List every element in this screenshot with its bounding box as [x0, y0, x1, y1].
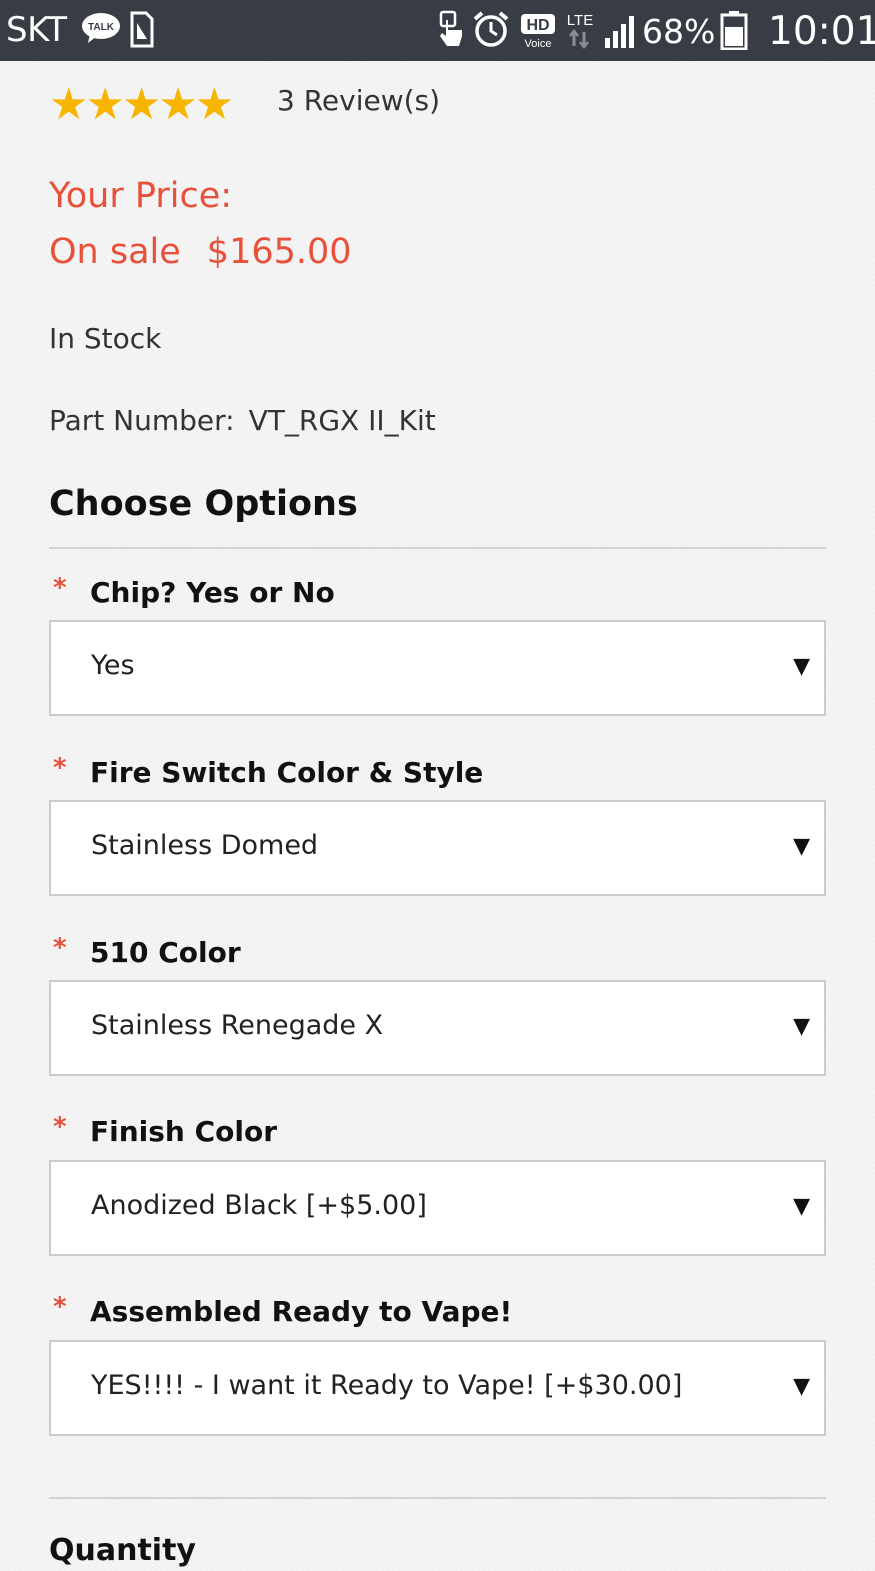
sim-card-icon — [130, 11, 154, 48]
select-value: Stainless Renegade X — [91, 1010, 384, 1041]
option-label-510-color: * 510 Color — [49, 933, 826, 973]
option-label-text: Fire Switch Color & Style — [90, 756, 484, 789]
part-number-label: Part Number: — [49, 404, 235, 437]
talk-icon-text: TALK — [88, 22, 115, 33]
select-value: Stainless Domed — [91, 830, 319, 861]
lte-text: LTE — [567, 12, 593, 29]
required-asterisk-icon: * — [53, 1292, 67, 1322]
price-label: Your Price: — [49, 176, 233, 216]
part-number: Part Number: VT_RGX II_Kit — [49, 401, 436, 441]
dropdown-arrow-icon: ▼ — [793, 1374, 810, 1399]
assembled-select[interactable]: YES!!!! - I want it Ready to Vape! [+$30… — [49, 1340, 826, 1436]
carrier-name: SKT — [6, 10, 67, 50]
divider — [49, 547, 826, 549]
signal-strength-icon — [605, 16, 634, 48]
voice-text: Voice — [525, 38, 552, 50]
required-asterisk-icon: * — [53, 1112, 67, 1142]
kakaotalk-icon: TALK — [82, 13, 120, 43]
lte-data-icon: LTE — [567, 12, 593, 50]
required-asterisk-icon: * — [53, 753, 67, 783]
510-color-select[interactable]: Stainless Renegade X ▼ — [49, 980, 826, 1076]
battery-fill — [725, 26, 743, 46]
dropdown-arrow-icon: ▼ — [793, 1014, 810, 1039]
option-label-text: Chip? Yes or No — [90, 576, 335, 609]
status-bar: SKT TALK HD Voice LTE 68% 10:01 — [0, 0, 875, 61]
finish-color-select[interactable]: Anodized Black [+$5.00] ▼ — [49, 1160, 826, 1256]
option-label-assembled: * Assembled Ready to Vape! — [49, 1292, 826, 1332]
select-value: Anodized Black [+$5.00] — [91, 1190, 427, 1221]
reviews-link[interactable]: 3 Review(s) — [277, 81, 440, 121]
fire-switch-select[interactable]: Stainless Domed ▼ — [49, 800, 826, 896]
select-value: YES!!!! - I want it Ready to Vape! [+$30… — [91, 1370, 683, 1401]
dropdown-arrow-icon: ▼ — [793, 654, 810, 679]
select-value: Yes — [91, 650, 135, 681]
option-label-chip: * Chip? Yes or No — [49, 573, 826, 613]
required-asterisk-icon: * — [53, 933, 67, 963]
sale-label: On sale — [49, 232, 181, 272]
stock-status: In Stock — [49, 322, 162, 355]
hd-text: HD — [526, 17, 549, 34]
option-label-fire-switch: * Fire Switch Color & Style — [49, 753, 826, 793]
dropdown-arrow-icon: ▼ — [793, 834, 810, 859]
option-label-text: Assembled Ready to Vape! — [90, 1295, 513, 1328]
touch-gesture-icon — [439, 10, 462, 46]
divider — [49, 1497, 826, 1499]
option-label-text: Finish Color — [90, 1115, 278, 1148]
option-label-text: 510 Color — [90, 936, 241, 969]
clock-time: 10:01 — [768, 9, 875, 54]
price-line: On sale $165.00 — [49, 227, 352, 277]
quantity-label: Quantity — [49, 1533, 196, 1568]
alarm-clock-icon — [473, 11, 509, 47]
dropdown-arrow-icon: ▼ — [793, 1194, 810, 1219]
required-asterisk-icon: * — [53, 573, 67, 603]
choose-options-heading: Choose Options — [49, 484, 358, 524]
hd-voice-icon: HD Voice — [521, 14, 555, 50]
part-number-value: VT_RGX II_Kit — [248, 404, 436, 437]
star-rating-icon: ★★★★★ — [49, 79, 234, 130]
rating-row[interactable]: ★★★★★ 3 Review(s) — [49, 81, 549, 129]
battery-percent: 68% — [642, 12, 716, 51]
price-value: $165.00 — [206, 232, 352, 272]
chip-select[interactable]: Yes ▼ — [49, 620, 826, 716]
battery-icon — [720, 11, 748, 50]
option-label-finish-color: * Finish Color — [49, 1112, 826, 1152]
